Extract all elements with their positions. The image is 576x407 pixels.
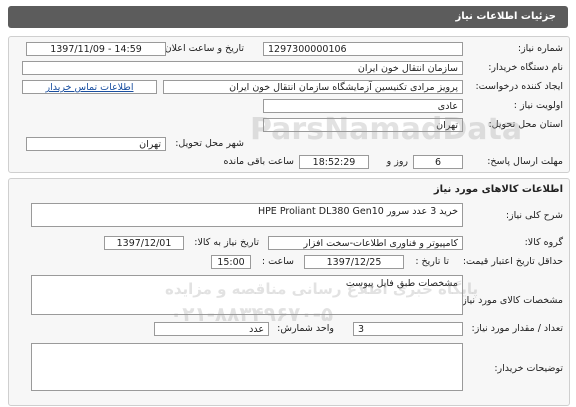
priority-label: اولویت نیاز : — [513, 100, 563, 111]
request-creator-field: پرویز مرادی تکنیسین آزمایشگاه سازمان انت… — [163, 80, 463, 94]
goods-specs-field: مشخصات طبق فایل پیوست — [31, 275, 463, 315]
need-date-label: تاریخ نیاز به کالا: — [194, 237, 259, 248]
goods-group-field: کامپیوتر و فناوری اطلاعات-سخت افزار — [268, 236, 463, 250]
need-summary-field: خرید 3 عدد سرور HPE Proliant DL380 Gen10 — [31, 203, 463, 227]
announce-date-field: 1397/11/09 - 14:59 — [26, 42, 166, 56]
unit-label: واحد شمارش: — [277, 323, 334, 334]
need-number-label: شماره نیاز: — [517, 43, 563, 54]
page-header: جزئیات اطلاعات نیاز — [8, 6, 568, 28]
delivery-city-label: شهر محل تحویل: — [175, 138, 244, 149]
deadline-time-field: 18:52:29 — [299, 155, 369, 169]
buyer-notes-label: توضیحات خریدار: — [494, 363, 563, 374]
priority-field: عادی — [263, 99, 463, 113]
buyer-contact-link[interactable]: اطلاعات تماس خریدار — [45, 82, 133, 93]
goods-specs-label: مشخصات کالای مورد نیاز: — [458, 295, 563, 306]
to-date-field: 1397/12/25 — [304, 255, 404, 269]
page-title: جزئیات اطلاعات نیاز — [455, 11, 556, 22]
deadline-days-label: روز و — [386, 156, 408, 167]
to-date-label: تا تاریخ : — [415, 256, 449, 267]
need-date-field: 1397/12/01 — [104, 236, 184, 250]
buyer-contact-box[interactable]: اطلاعات تماس خریدار — [22, 80, 157, 94]
need-number-field: 1297300000106 — [263, 42, 463, 56]
hour-field: 15:00 — [211, 255, 251, 269]
hour-label: ساعت : — [261, 256, 294, 267]
deadline-label: مهلت ارسال پاسخ: — [487, 156, 563, 167]
delivery-province-label: استان محل تحویل: — [488, 119, 563, 130]
buyer-name-label: نام دستگاه خریدار: — [488, 62, 563, 73]
quantity-field: 3 — [353, 322, 463, 336]
unit-field: عدد — [154, 322, 269, 336]
quantity-label: تعداد / مقدار مورد نیاز: — [471, 323, 563, 334]
delivery-city-field: تهران — [26, 137, 166, 151]
buyer-name-field: سازمان انتقال خون ایران — [22, 61, 463, 75]
goods-info-panel: اطلاعات کالاهای مورد نیاز شرح کلی نیاز: … — [8, 178, 570, 406]
remaining-time-label: ساعت باقی مانده — [223, 156, 294, 167]
price-validity-label: حداقل تاریخ اعتبار قیمت: — [462, 256, 563, 267]
need-summary-label: شرح کلی نیاز: — [505, 210, 563, 221]
buyer-notes-field — [31, 343, 463, 391]
goods-section-title: اطلاعات کالاهای مورد نیاز — [433, 184, 563, 195]
delivery-province-field: تهران — [263, 118, 463, 132]
need-info-panel: شماره نیاز: 1297300000106 تاریخ و ساعت ا… — [8, 36, 570, 173]
request-creator-label: ایجاد کننده درخواست: — [475, 81, 563, 92]
deadline-days-field: 6 — [413, 155, 463, 169]
goods-group-label: گروه کالا: — [524, 237, 563, 248]
